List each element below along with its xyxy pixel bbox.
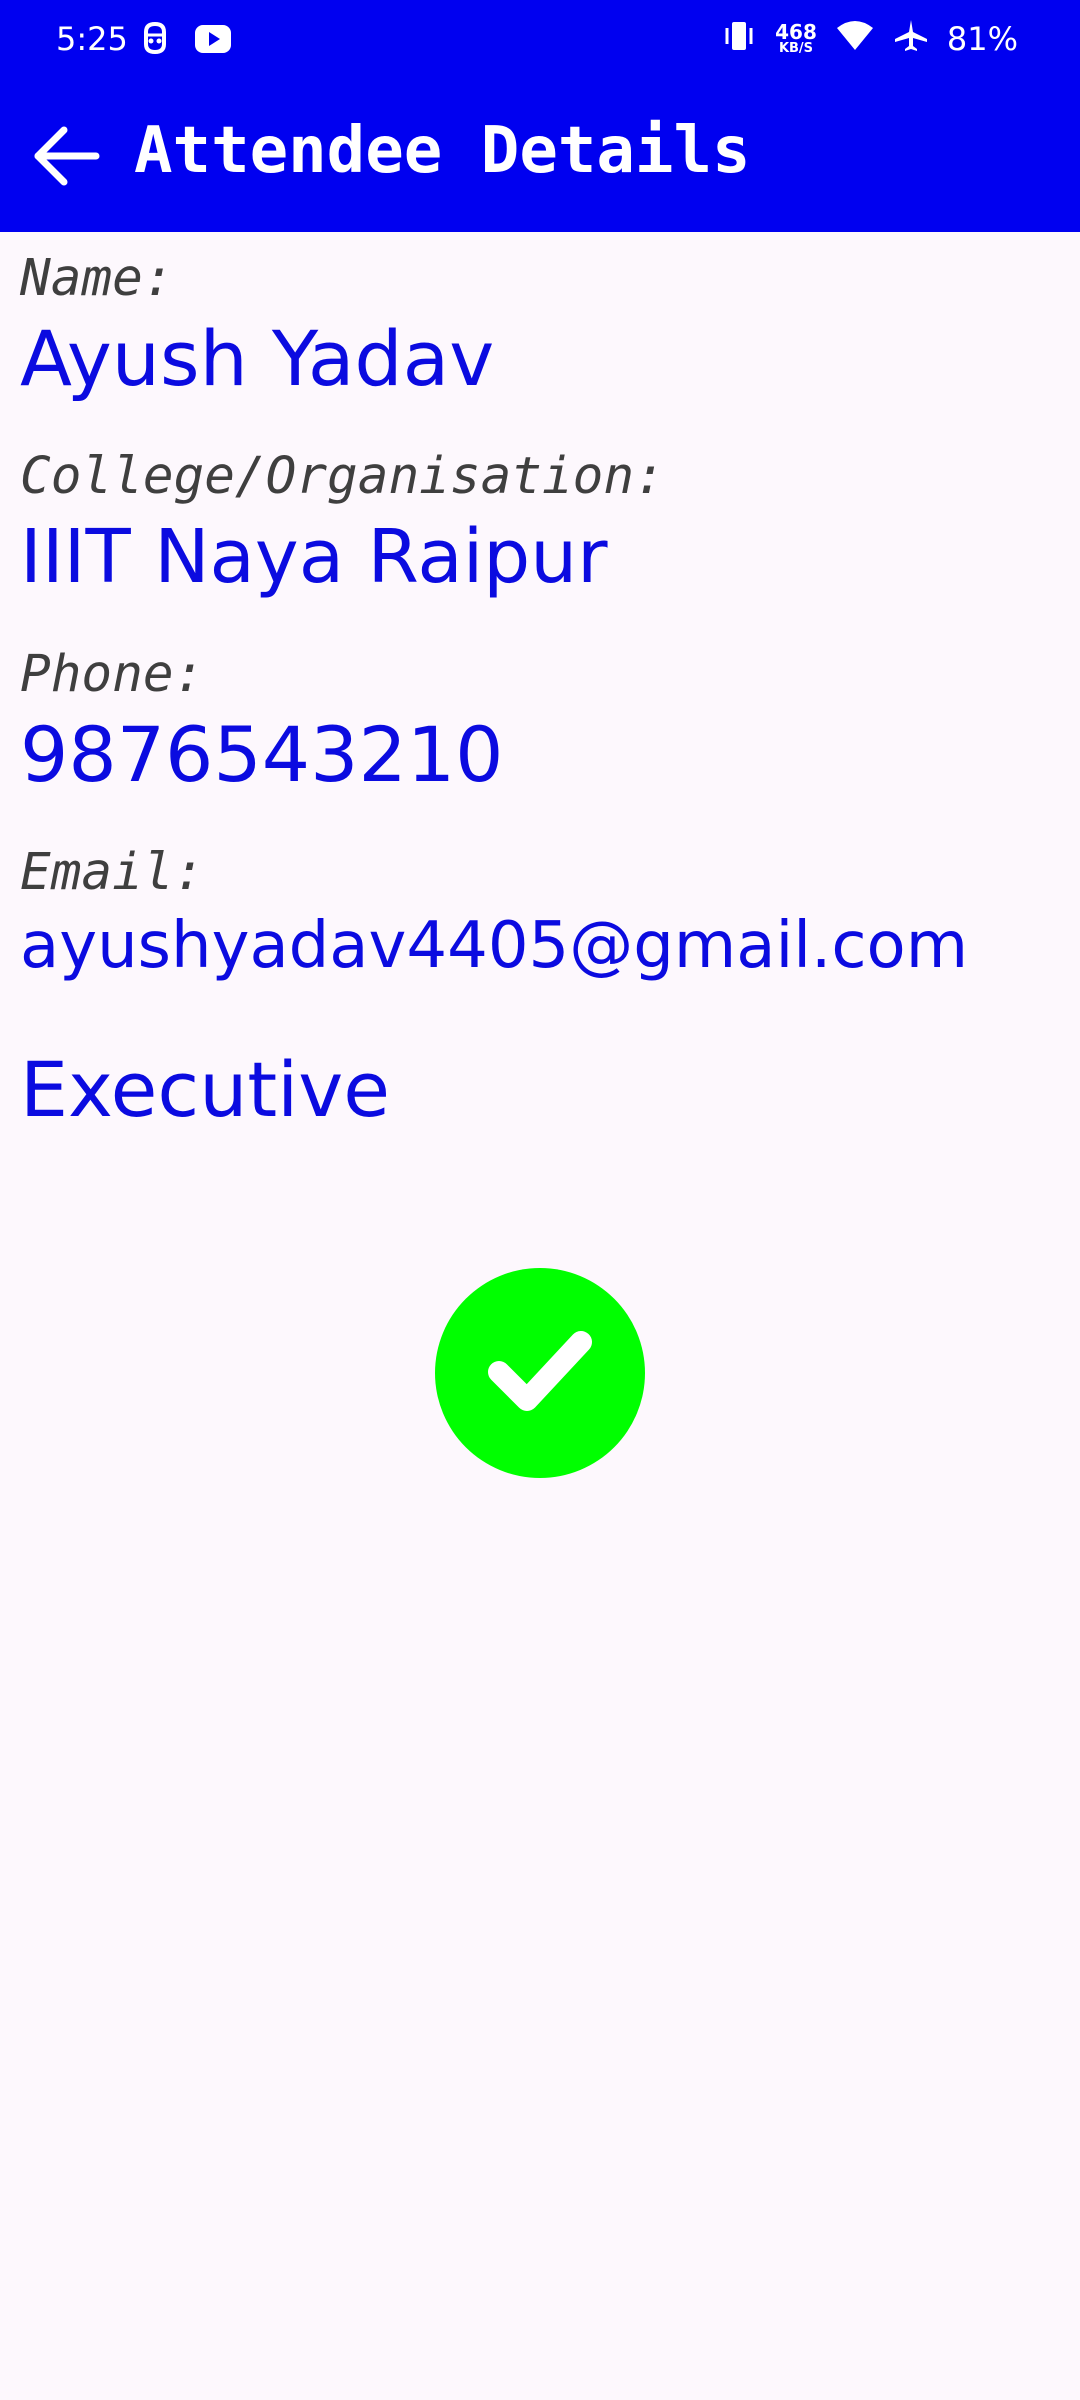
phone-field: Phone: 9876543210 (20, 644, 1060, 804)
battery-percent: 81% (946, 19, 1018, 58)
app-header: 5:25 468 KB/S 81% Attendee Details (0, 0, 1080, 232)
name-field: Name: Ayush Yadav (20, 248, 1060, 408)
wifi-icon (835, 20, 875, 57)
email-value: ayushyadav4405@gmail.com (20, 909, 969, 983)
assistant-icon (138, 20, 172, 63)
college-label: College/Organisation: (20, 447, 665, 506)
youtube-icon (194, 24, 232, 59)
status-time: 5:25 (56, 20, 128, 58)
network-speed-unit: KB/S (778, 41, 814, 56)
status-left-icons (138, 20, 232, 63)
toolbar: Attendee Details (0, 80, 1080, 232)
status-bar: 5:25 468 KB/S 81% (0, 0, 1080, 80)
arrow-left-icon (32, 126, 100, 191)
email-field: Email: ayushyadav4405@gmail.com (20, 842, 1060, 988)
email-label: Email: (20, 843, 205, 902)
page-title: Attendee Details (134, 114, 751, 188)
role-value: Executive (20, 1045, 391, 1134)
status-right: 468 KB/S 81% (721, 18, 1018, 59)
name-value: Ayush Yadav (20, 314, 495, 403)
network-speed: 468 KB/S (775, 22, 817, 55)
attendee-details: Name: Ayush Yadav College/Organisation: … (20, 232, 1060, 1138)
vibrate-icon (721, 18, 757, 59)
back-button[interactable] (24, 116, 108, 200)
college-field: College/Organisation: IIIT Naya Raipur (20, 446, 1060, 606)
phone-value: 9876543210 (20, 710, 504, 799)
name-label: Name: (20, 249, 174, 308)
check-icon (485, 1326, 595, 1421)
verified-badge (435, 1268, 645, 1478)
airplane-icon (893, 18, 929, 59)
phone-label: Phone: (20, 645, 205, 704)
network-speed-value: 468 (775, 20, 817, 44)
college-value: IIIT Naya Raipur (20, 514, 608, 600)
